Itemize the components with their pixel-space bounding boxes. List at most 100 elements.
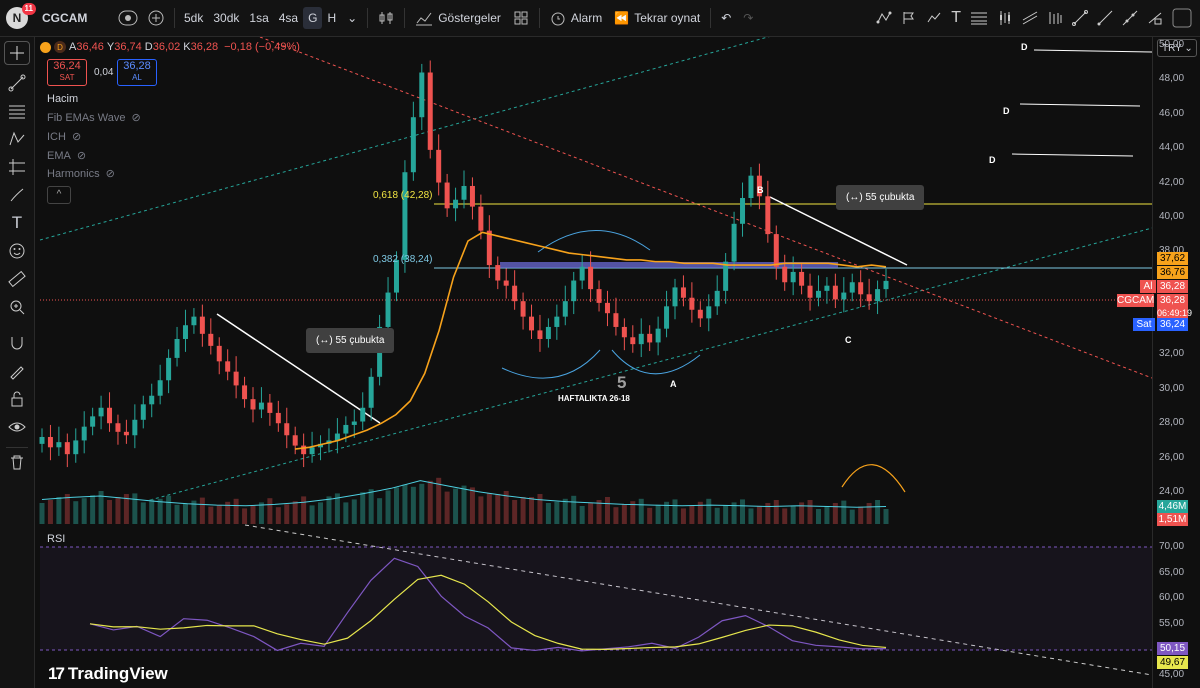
alarm-button[interactable]: Alarm — [544, 0, 608, 36]
ray-icon[interactable] — [1097, 10, 1113, 26]
ohlc-value: 36,74 — [114, 41, 142, 53]
emoji-icon[interactable] — [0, 237, 34, 265]
volume-bar — [849, 509, 855, 524]
price-tag-a: 37,62 — [1157, 252, 1188, 265]
candle-body — [343, 424, 349, 434]
text-icon[interactable]: T — [0, 209, 34, 237]
trend-line-tool-icon[interactable] — [0, 69, 34, 97]
ohlc-key: K — [183, 41, 191, 53]
candle-body — [773, 234, 779, 267]
text-tool-icon[interactable]: T — [951, 9, 961, 27]
indicator-label: Fib EMAs Wave — [47, 111, 126, 124]
al-marker: Al — [1140, 280, 1156, 293]
volume-bar — [39, 503, 45, 524]
timeframe-g[interactable]: G — [303, 7, 323, 29]
ruler-icon[interactable] — [0, 265, 34, 293]
exchange-badge — [40, 41, 51, 53]
trend-line-icon[interactable] — [1072, 10, 1088, 26]
candle-body — [613, 313, 619, 327]
buy-box[interactable]: 36,28 AL — [117, 59, 157, 86]
redo-button[interactable]: ↷ — [737, 0, 759, 36]
pattern-glyph — [9, 131, 25, 146]
volume-bar — [56, 497, 62, 524]
eye-off-icon[interactable]: ⊘ — [77, 149, 86, 162]
symbol-search[interactable]: CGCAM — [28, 0, 114, 36]
volume-bar — [318, 502, 324, 524]
candles-tool-icon[interactable] — [997, 10, 1013, 26]
extended-line-icon[interactable] — [1122, 10, 1138, 26]
indicator-harmonics[interactable]: Harmonics ⊘ — [47, 167, 115, 181]
collapse-panel-icon[interactable] — [1172, 8, 1192, 28]
chart-type-button[interactable] — [372, 0, 400, 36]
pattern-tool-icon[interactable] — [876, 10, 892, 26]
candle-body — [495, 265, 501, 281]
indicator-fib-emas[interactable]: Fib EMAs Wave ⊘ — [47, 111, 141, 125]
crosshair-icon[interactable] — [4, 41, 30, 65]
bars-count-bubble[interactable]: (↔) 55 çubukta — [306, 328, 395, 353]
bars-count-bubble-2[interactable]: (↔) 55 çubukta — [836, 185, 925, 210]
visibility-icon[interactable] — [0, 413, 34, 441]
candle-body — [655, 328, 661, 343]
candle-body — [410, 117, 416, 173]
flag-icon[interactable] — [901, 10, 917, 26]
sell-box[interactable]: 36,24 SAT — [47, 59, 87, 86]
price-axis[interactable]: TRY ⌄ 50,00 48,00 46,00 44,00 42,00 40,00 38,0… — [1152, 37, 1200, 688]
replay-button[interactable]: ⏪ Tekrar oynat — [608, 0, 706, 36]
candle-body — [166, 357, 172, 381]
symbol-tag: CGCAM — [1117, 294, 1155, 307]
arc-right — [611, 349, 701, 375]
last-price-tag: 36,28 06:49:19 — [1157, 294, 1192, 320]
candle-body — [258, 402, 264, 410]
parallel-channel-icon[interactable] — [1022, 10, 1038, 26]
projection-icon[interactable] — [0, 153, 34, 181]
trash-icon[interactable] — [0, 448, 34, 476]
timeframe-4sa[interactable]: 4sa — [274, 0, 303, 36]
indicator-ema[interactable]: EMA ⊘ — [47, 149, 86, 163]
main-chart[interactable] — [35, 37, 1152, 688]
candle-body — [689, 297, 695, 310]
symbol-eye-icon[interactable] — [114, 0, 142, 36]
eye-off-icon[interactable]: ⊘ — [131, 111, 140, 124]
candle-body — [520, 301, 526, 317]
fib-retracement-icon[interactable] — [970, 10, 988, 26]
add-symbol-button[interactable] — [142, 0, 170, 36]
info-line-icon[interactable] — [1147, 10, 1163, 26]
timeframe-1sa[interactable]: 1sa — [244, 0, 273, 36]
chevron-down-icon: ⌄ — [1184, 43, 1193, 54]
brush-icon[interactable] — [0, 181, 34, 209]
symbol-name: CGCAM — [42, 11, 88, 25]
candle-body — [123, 431, 129, 436]
candle-body — [39, 436, 45, 444]
zoom-glyph — [10, 300, 25, 315]
candle-body — [199, 316, 205, 334]
timeframe-30dk[interactable]: 30dk — [208, 0, 244, 36]
zoom-icon[interactable] — [0, 293, 34, 321]
pattern-icon[interactable] — [0, 125, 34, 153]
arc-left — [501, 349, 601, 379]
timeframe-5dk[interactable]: 5dk — [179, 0, 208, 36]
path-icon[interactable] — [926, 10, 942, 26]
candle-body — [562, 301, 568, 317]
price-axis-label: 46,00 — [1159, 107, 1185, 119]
user-avatar[interactable]: N 11 — [6, 3, 36, 29]
lock-icon[interactable] — [0, 385, 34, 413]
indicator-volume[interactable]: Hacim — [47, 93, 78, 105]
stay-in-drawing-icon[interactable] — [0, 357, 34, 385]
indicator-ich[interactable]: ICH ⊘ — [47, 130, 81, 144]
volume-bar — [301, 496, 307, 524]
magnet-icon[interactable] — [0, 329, 34, 357]
timeframe-h[interactable]: H — [322, 0, 341, 36]
candle-body — [841, 292, 847, 300]
indicators-button[interactable]: Göstergeler — [409, 0, 507, 36]
undo-button[interactable]: ↶ — [715, 0, 737, 36]
layouts-button[interactable] — [507, 0, 535, 36]
timeframe-label: 4sa — [278, 11, 299, 25]
tradingview-logo[interactable]: 17 TradingView — [48, 664, 168, 684]
collapse-legend-button[interactable]: ^ — [47, 186, 71, 204]
eye-off-icon[interactable]: ⊘ — [106, 167, 115, 180]
volume-bar — [613, 507, 619, 524]
horizontal-lines-icon[interactable] — [0, 97, 34, 125]
timeframe-dropdown[interactable]: ⌄ — [341, 0, 363, 36]
bars-tool-icon[interactable] — [1047, 10, 1063, 26]
eye-off-icon[interactable]: ⊘ — [72, 130, 81, 143]
